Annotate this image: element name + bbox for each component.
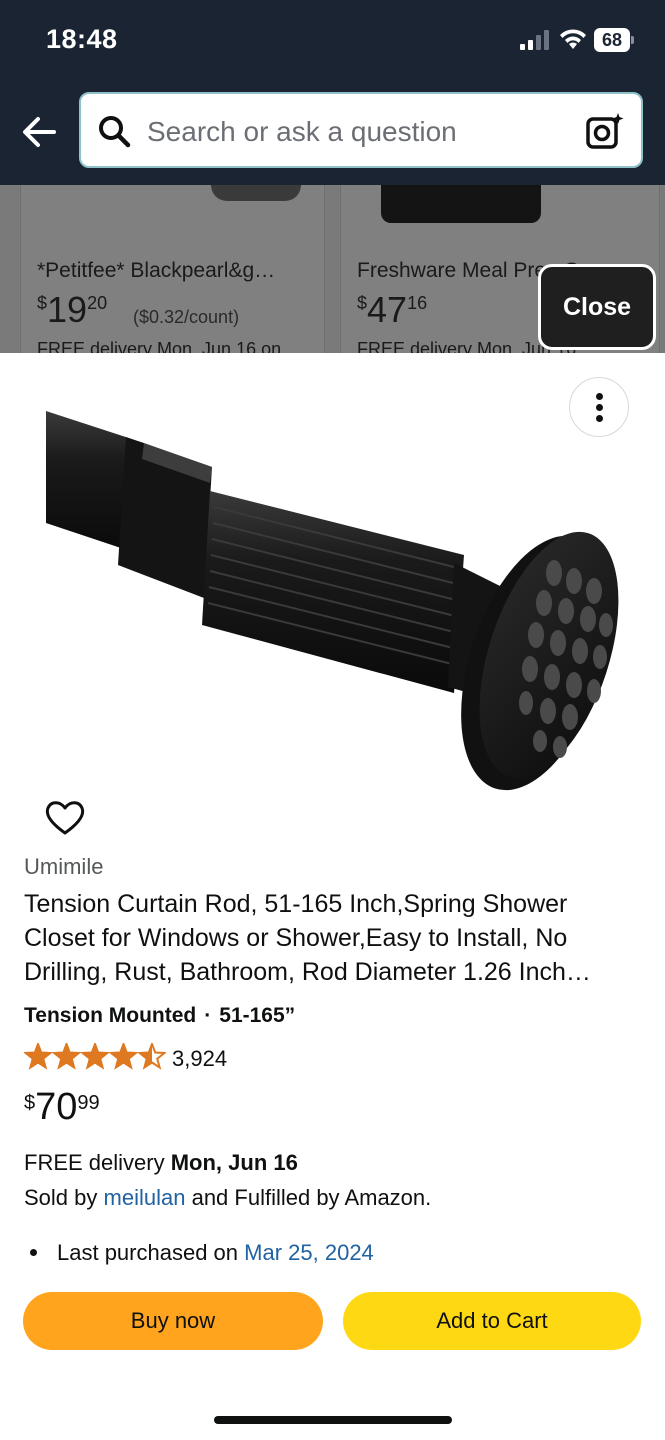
card-price: $1920	[37, 289, 108, 330]
product-thumbnail	[211, 185, 301, 201]
background-product-card: *Petitfee* Blackpearl&g… $1920 ($0.32/co…	[20, 185, 325, 353]
wifi-icon	[560, 29, 586, 49]
variant-size: 51-165”	[219, 1004, 296, 1027]
status-time: 18:48	[46, 24, 118, 54]
rating-count: 3,924	[172, 1046, 228, 1071]
last-purchased: Last purchased on Mar 25, 2024	[24, 1240, 374, 1266]
back-arrow-icon[interactable]	[18, 110, 62, 154]
card-price: $4716	[357, 289, 428, 330]
cellular-signal-icon	[520, 30, 549, 50]
status-bar: 18:48 68	[0, 0, 665, 80]
wishlist-heart-icon[interactable]	[44, 799, 86, 837]
product-variant[interactable]: Tension Mounted · 51-165”	[24, 1004, 295, 1028]
product-detail-sheet: Umimile Tension Curtain Rod, 51-165 Inch…	[0, 353, 665, 1440]
product-price: $7099	[24, 1086, 100, 1128]
star-fill	[54, 1044, 79, 1068]
product-brand[interactable]: Umimile	[24, 854, 103, 880]
card-delivery: FREE delivery Mon, Jun 16 on	[37, 339, 282, 353]
search-placeholder: Search or ask a question	[147, 116, 457, 147]
search-icon	[99, 116, 131, 148]
star-fill	[111, 1044, 136, 1068]
search-input[interactable]: Search or ask a question	[79, 92, 643, 168]
star-fill	[25, 1044, 51, 1068]
close-button[interactable]: Close	[538, 264, 656, 350]
battery-level: 68	[594, 28, 630, 52]
product-thumbnail	[381, 185, 541, 223]
star-rating-icon	[24, 1043, 166, 1070]
product-title[interactable]: Tension Curtain Rod, 51-165 Inch,Spring …	[24, 887, 644, 989]
add-to-cart-button[interactable]: Add to Cart	[343, 1292, 641, 1350]
last-purchased-date-link[interactable]: Mar 25, 2024	[244, 1240, 374, 1265]
battery-icon: 68	[594, 28, 634, 52]
home-indicator[interactable]	[214, 1416, 452, 1424]
seller-link[interactable]: meilulan	[104, 1185, 186, 1210]
buy-now-button[interactable]: Buy now	[23, 1292, 323, 1350]
card-title: *Petitfee* Blackpearl&g…	[37, 259, 276, 282]
camera-search-icon[interactable]	[585, 111, 625, 151]
seller-info: Sold by meilulan and Fulfilled by Amazon…	[24, 1185, 432, 1210]
variant-style: Tension Mounted	[24, 1004, 197, 1027]
product-image[interactable]	[44, 403, 624, 793]
app-header: 18:48 68 Search or ask a question	[0, 0, 665, 185]
star-fill	[82, 1044, 108, 1068]
delivery-info: FREE delivery Mon, Jun 16	[24, 1150, 298, 1175]
card-unit-price: ($0.32/count)	[133, 307, 240, 327]
